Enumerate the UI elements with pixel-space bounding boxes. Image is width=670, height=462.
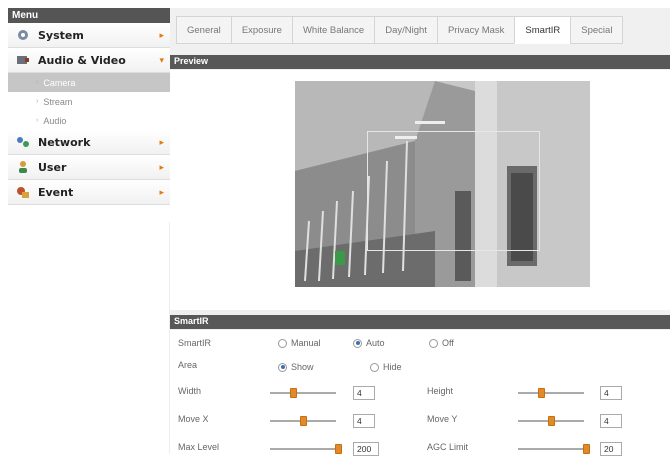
submenu-item-camera[interactable]: › Camera — [8, 73, 170, 92]
tab-general[interactable]: General — [176, 16, 231, 44]
maxlevel-slider[interactable] — [270, 444, 343, 454]
slider-track — [270, 392, 336, 394]
menu-header: Menu — [8, 8, 170, 23]
radio-manual[interactable]: Manual — [278, 338, 321, 348]
film-icon — [17, 56, 29, 64]
slider-thumb[interactable] — [538, 388, 546, 398]
agclimit-input[interactable]: 20 — [600, 442, 622, 456]
sidebar-empty-area — [8, 222, 170, 454]
caret-icon: › — [36, 79, 39, 86]
event-icon — [17, 187, 29, 198]
preview-area — [170, 70, 670, 310]
tab-white-balance[interactable]: White Balance — [291, 16, 375, 44]
width-label: Width — [178, 386, 202, 396]
radio-label: Manual — [291, 338, 321, 348]
slider-track — [518, 448, 590, 450]
arrow-right-icon: ▸ — [159, 136, 164, 147]
height-label: Height — [427, 386, 454, 396]
radio-circle — [429, 338, 438, 348]
maxlevel-input[interactable]: 200 — [353, 442, 379, 456]
agclimit-label: AGC Limit — [427, 442, 469, 452]
tab-exposure[interactable]: Exposure — [230, 16, 292, 44]
smartir-header: SmartIR — [170, 315, 670, 329]
movex-input[interactable]: 4 — [353, 414, 375, 428]
sidebar-item-label: System — [38, 28, 84, 42]
radio-off[interactable]: Off — [429, 338, 454, 348]
slider-track — [270, 448, 342, 450]
submenu: › Camera › Stream › Audio — [8, 73, 170, 130]
movey-label: Move Y — [427, 414, 458, 424]
sidebar-item-network[interactable]: Network ▸ — [8, 130, 170, 155]
sidebar: Menu System ▸ Audio & Video ▾ › Camera › S… — [8, 8, 170, 454]
movey-input[interactable]: 4 — [600, 414, 622, 428]
movex-slider[interactable] — [270, 416, 336, 426]
tab-day-night[interactable]: Day/Night — [374, 16, 437, 44]
sidebar-item-label: User — [38, 160, 67, 174]
slider-thumb[interactable] — [290, 388, 298, 398]
radio-auto[interactable]: Auto — [353, 338, 385, 348]
sidebar-item-system[interactable]: System ▸ — [8, 23, 170, 48]
submenu-item-audio[interactable]: › Audio — [8, 111, 170, 130]
radio-label: Hide — [383, 362, 402, 372]
camera-preview-image[interactable] — [295, 81, 590, 287]
slider-track — [518, 392, 584, 394]
movex-label: Move X — [178, 414, 209, 424]
tab-smartir[interactable]: SmartIR — [514, 16, 571, 44]
sidebar-item-label: Event — [38, 185, 74, 199]
submenu-label: Audio — [43, 115, 67, 126]
caret-icon: › — [36, 117, 39, 124]
radio-label: Show — [291, 362, 314, 372]
width-input[interactable]: 4 — [353, 386, 375, 400]
submenu-item-stream[interactable]: › Stream — [8, 92, 170, 111]
height-input[interactable]: 4 — [600, 386, 622, 400]
caret-icon: › — [36, 98, 39, 105]
radio-hide[interactable]: Hide — [370, 362, 402, 372]
agclimit-slider[interactable] — [518, 444, 591, 454]
preview-header: Preview — [170, 55, 670, 69]
user-icon — [19, 161, 27, 173]
tab-privacy-mask[interactable]: Privacy Mask — [436, 16, 515, 44]
tab-bar: General Exposure White Balance Day/Night… — [176, 16, 670, 44]
radio-show[interactable]: Show — [278, 362, 314, 372]
network-icon — [17, 137, 29, 147]
height-slider[interactable] — [518, 388, 584, 398]
sidebar-item-label: Network — [38, 135, 91, 149]
main-panel: General Exposure White Balance Day/Night… — [170, 8, 670, 462]
submenu-label: Stream — [43, 96, 73, 107]
arrow-right-icon: ▸ — [159, 161, 164, 172]
sidebar-item-event[interactable]: Event ▸ — [8, 180, 170, 205]
slider-thumb[interactable] — [335, 444, 343, 454]
radio-circle — [353, 338, 362, 348]
sidebar-item-user[interactable]: User ▸ — [8, 155, 170, 180]
radio-circle — [278, 338, 287, 348]
radio-label: Off — [442, 338, 454, 348]
arrow-right-icon: ▸ — [159, 186, 164, 197]
radio-circle — [278, 362, 287, 372]
smartir-mode-label: SmartIR — [178, 338, 212, 348]
slider-thumb[interactable] — [300, 416, 307, 426]
radio-label: Auto — [366, 338, 385, 348]
arrow-down-icon: ▾ — [159, 54, 164, 65]
submenu-label: Camera — [43, 77, 76, 88]
gear-icon — [18, 30, 28, 40]
tab-special[interactable]: Special — [570, 16, 624, 44]
sidebar-item-audio-video[interactable]: Audio & Video ▾ — [8, 48, 170, 73]
slider-thumb[interactable] — [548, 416, 555, 426]
slider-thumb[interactable] — [583, 444, 591, 454]
arrow-right-icon: ▸ — [159, 29, 164, 40]
width-slider[interactable] — [270, 388, 336, 398]
maxlevel-label: Max Level — [178, 442, 220, 452]
sidebar-item-label: Audio & Video — [38, 53, 126, 67]
movey-slider[interactable] — [518, 416, 584, 426]
smartir-settings: SmartIR Manual Auto Off Area Show Hide W… — [170, 330, 670, 462]
area-label: Area — [178, 360, 198, 370]
smartir-area-rectangle[interactable] — [367, 131, 540, 251]
radio-circle — [370, 362, 379, 372]
